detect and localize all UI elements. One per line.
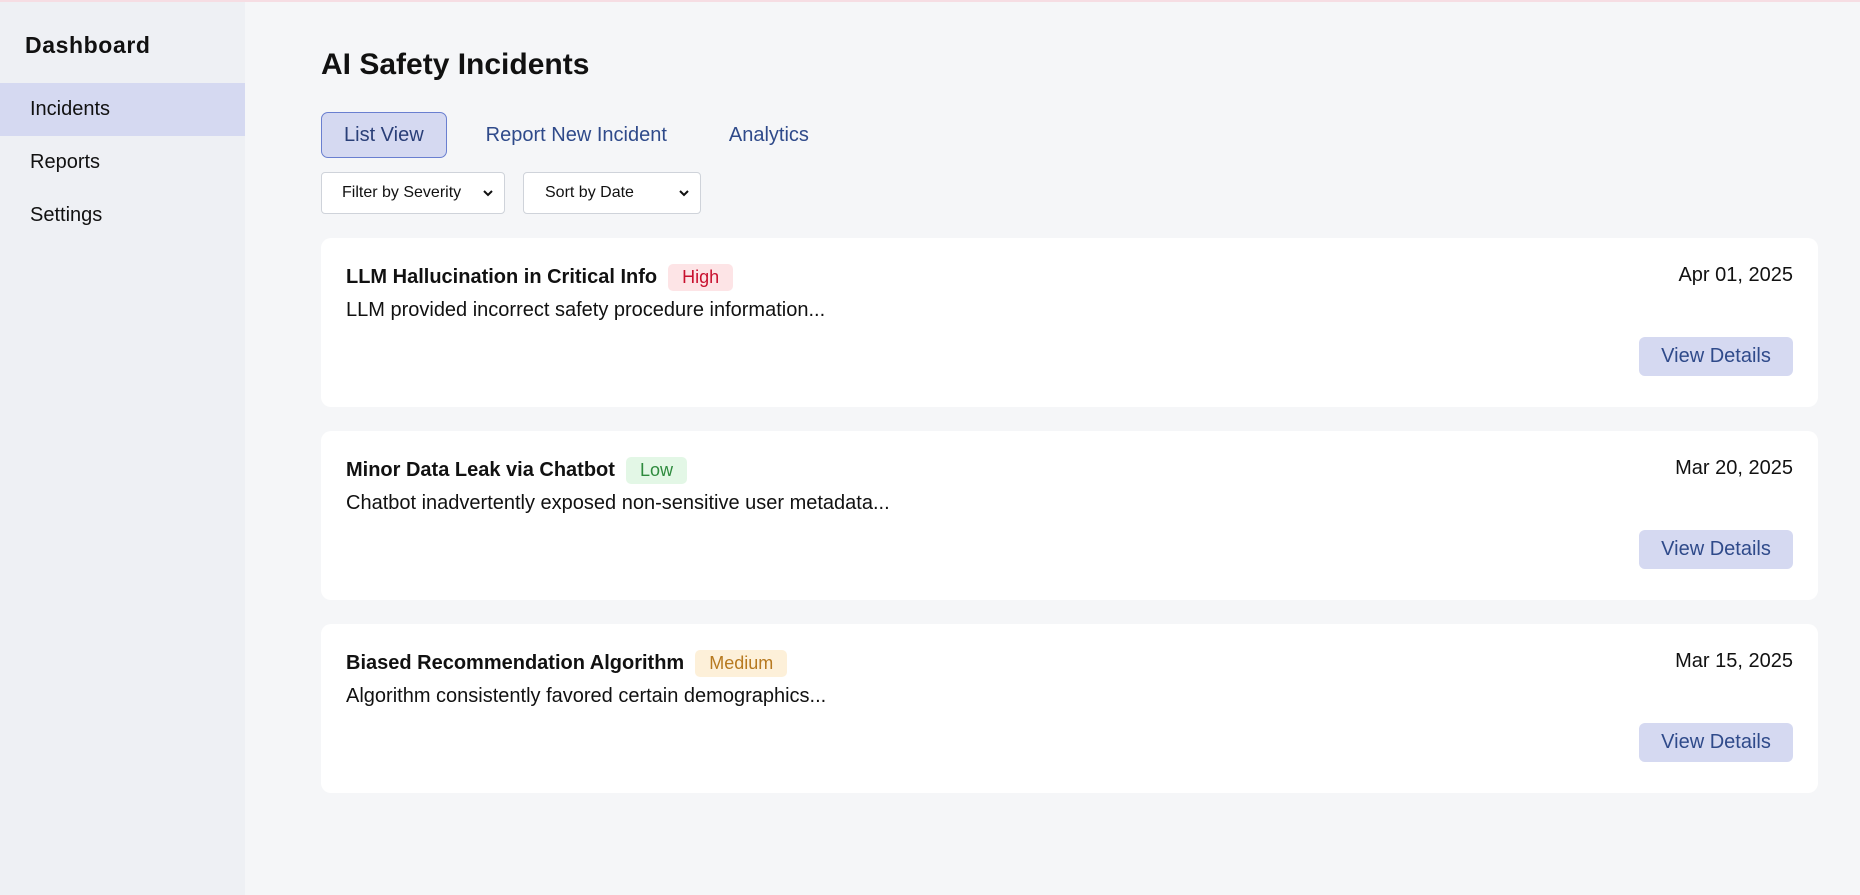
- incident-description: Chatbot inadvertently exposed non-sensit…: [346, 492, 890, 514]
- incident-card: Minor Data Leak via Chatbot Low Mar 20, …: [321, 431, 1818, 600]
- incident-header: LLM Hallucination in Critical Info High: [346, 263, 1793, 291]
- incident-date: Mar 20, 2025: [1675, 457, 1793, 479]
- incident-card: Biased Recommendation Algorithm Medium M…: [321, 624, 1818, 793]
- sidebar-item-incidents[interactable]: Incidents: [0, 83, 245, 136]
- severity-badge: High: [668, 263, 734, 291]
- tab-list-view[interactable]: List View: [321, 112, 447, 158]
- severity-filter-label: Filter by Severity: [342, 184, 462, 201]
- incident-title: LLM Hallucination in Critical Info: [346, 265, 658, 288]
- view-details-button[interactable]: View Details: [1639, 530, 1793, 569]
- incident-date: Mar 15, 2025: [1675, 650, 1793, 672]
- page-title: AI Safety Incidents: [321, 48, 590, 81]
- sort-date-label: Sort by Date: [545, 184, 634, 201]
- incident-date: Apr 01, 2025: [1678, 264, 1793, 286]
- incident-title: Minor Data Leak via Chatbot: [346, 458, 615, 481]
- main-content: AI Safety Incidents List View Report New…: [245, 0, 1860, 895]
- incident-header: Biased Recommendation Algorithm Medium: [346, 649, 1793, 677]
- severity-badge: Medium: [695, 649, 788, 677]
- incident-description: LLM provided incorrect safety procedure …: [346, 299, 826, 321]
- incident-title: Biased Recommendation Algorithm: [346, 651, 685, 674]
- chevron-down-icon: [483, 190, 493, 197]
- sort-date-select[interactable]: Sort by Date: [523, 172, 701, 214]
- app: Dashboard Incidents Reports Settings AI …: [0, 0, 1860, 895]
- filters-bar: Filter by Severity Sort by Date: [321, 172, 1860, 214]
- severity-badge: Low: [625, 456, 687, 484]
- incident-header: Minor Data Leak via Chatbot Low: [346, 456, 1793, 484]
- incident-list: LLM Hallucination in Critical Info High …: [321, 238, 1818, 793]
- sidebar-item-settings[interactable]: Settings: [0, 189, 245, 242]
- view-details-button[interactable]: View Details: [1639, 723, 1793, 762]
- view-details-button[interactable]: View Details: [1639, 337, 1793, 376]
- sidebar-title: Dashboard: [25, 32, 151, 58]
- severity-filter-select[interactable]: Filter by Severity: [321, 172, 505, 214]
- sidebar: Dashboard Incidents Reports Settings: [0, 0, 245, 895]
- chevron-down-icon: [679, 190, 689, 197]
- tab-report-new-incident[interactable]: Report New Incident: [463, 112, 690, 158]
- view-tabs: List View Report New Incident Analytics: [321, 110, 1860, 160]
- incident-card: LLM Hallucination in Critical Info High …: [321, 238, 1818, 407]
- incident-description: Algorithm consistently favored certain d…: [346, 685, 827, 707]
- tab-analytics[interactable]: Analytics: [706, 112, 832, 158]
- sidebar-item-reports[interactable]: Reports: [0, 136, 245, 189]
